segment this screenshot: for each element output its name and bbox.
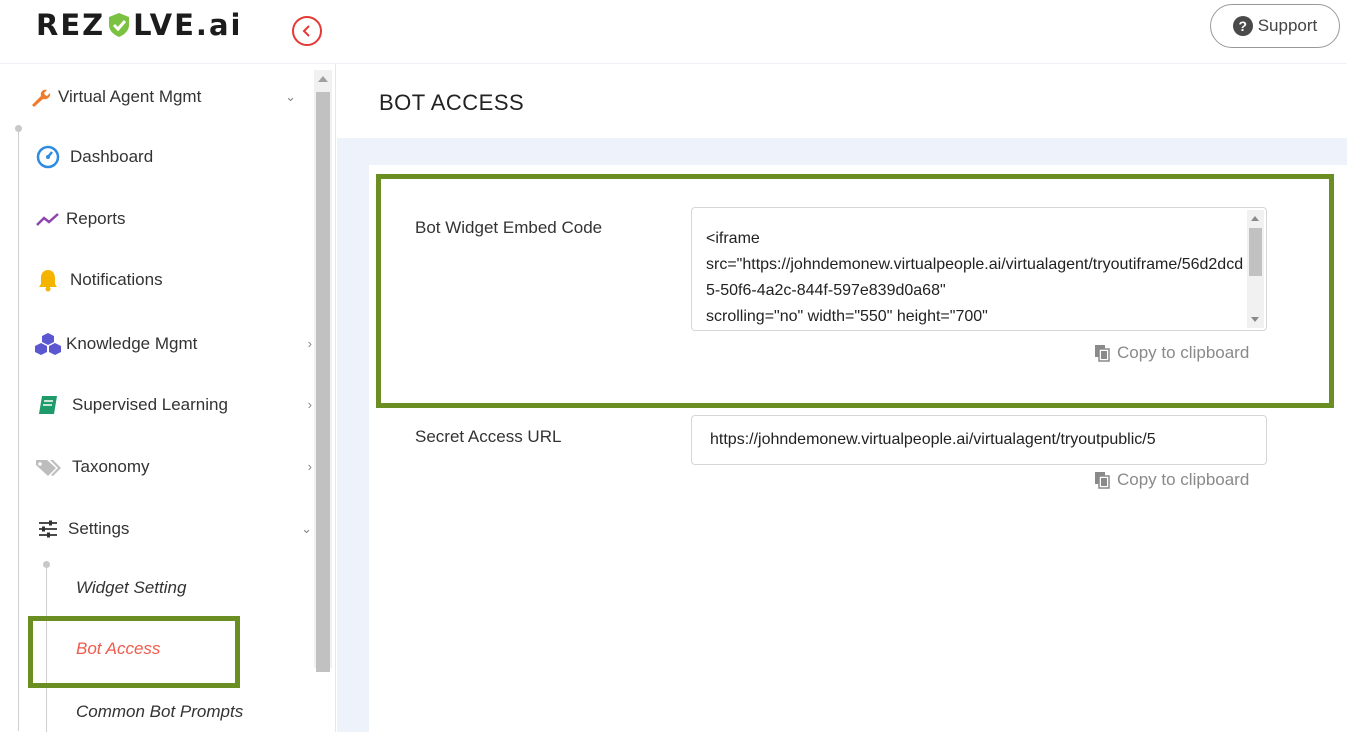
question-circle-icon: ? xyxy=(1232,16,1253,36)
highlight-box-bot-access xyxy=(28,616,240,688)
sidebar-subitem-common-bot-prompts[interactable]: Common Bot Prompts xyxy=(76,702,243,722)
book-icon xyxy=(34,391,62,419)
scroll-up-arrow-icon[interactable] xyxy=(318,76,328,82)
sidebar-item-settings[interactable]: Settings ⌄ xyxy=(34,509,346,549)
top-bar: REZ LVE .ai ? Support xyxy=(0,0,1347,64)
page-header: BOT ACCESS xyxy=(337,64,1347,138)
sidebar-item-label: Virtual Agent Mgmt xyxy=(58,87,202,106)
cubes-icon xyxy=(34,330,62,358)
clipboard-icon xyxy=(1095,472,1110,489)
chevron-right-icon: › xyxy=(307,397,312,412)
logo-text-suffix: .ai xyxy=(195,8,243,42)
sidebar-item-knowledge-mgmt[interactable]: Knowledge Mgmt › xyxy=(34,324,346,364)
bell-icon xyxy=(34,266,62,294)
chevron-left-icon xyxy=(302,25,310,37)
sliders-icon xyxy=(34,515,62,543)
logo: REZ LVE .ai xyxy=(36,8,242,42)
support-button[interactable]: ? Support xyxy=(1210,4,1340,48)
sidebar-item-label: Supervised Learning xyxy=(72,395,228,414)
shield-check-icon xyxy=(109,13,130,37)
trend-line-icon xyxy=(34,205,62,233)
secret-url-label: Secret Access URL xyxy=(415,427,562,446)
sidebar-item-virtual-agent-mgmt[interactable]: Virtual Agent Mgmt ⌄ xyxy=(26,77,338,117)
sidebar-item-label: Settings xyxy=(68,519,130,538)
sidebar-item-reports[interactable]: Reports xyxy=(34,199,346,239)
tags-icon xyxy=(34,453,62,481)
sidebar-scrollbar[interactable] xyxy=(314,70,332,672)
speedometer-icon xyxy=(34,143,62,171)
logo-text-right: LVE xyxy=(133,8,196,42)
sidebar-item-label: Reports xyxy=(66,209,126,228)
secret-url-input[interactable] xyxy=(691,415,1267,465)
sidebar-item-label: Notifications xyxy=(70,270,163,289)
highlight-box-embed-code xyxy=(376,174,1334,408)
tree-line xyxy=(18,131,19,731)
sidebar-item-taxonomy[interactable]: Taxonomy › xyxy=(34,447,346,487)
sidebar-subitem-widget-setting[interactable]: Widget Setting xyxy=(76,578,186,598)
copy-secret-url-button[interactable]: Copy to clipboard xyxy=(1093,470,1249,490)
logo-text-left: REZ xyxy=(36,8,106,42)
page-title: BOT ACCESS xyxy=(379,90,525,115)
wrench-icon xyxy=(26,83,54,111)
sidebar-item-notifications[interactable]: Notifications xyxy=(34,260,346,300)
chevron-down-icon: ⌄ xyxy=(301,521,312,536)
collapse-sidebar-button[interactable] xyxy=(292,16,322,46)
copy-label: Copy to clipboard xyxy=(1117,470,1250,489)
support-label: Support xyxy=(1257,16,1318,35)
sidebar-item-label: Taxonomy xyxy=(72,457,150,476)
scrollbar-thumb[interactable] xyxy=(316,92,330,672)
chevron-down-icon: ⌄ xyxy=(285,89,296,104)
chevron-right-icon: › xyxy=(307,336,312,351)
sidebar-item-supervised-learning[interactable]: Supervised Learning › xyxy=(34,385,346,425)
sidebar-item-dashboard[interactable]: Dashboard xyxy=(34,137,346,177)
sidebar-item-label: Dashboard xyxy=(70,147,154,166)
sidebar-item-label: Knowledge Mgmt xyxy=(66,334,198,353)
chevron-right-icon: › xyxy=(307,459,312,474)
